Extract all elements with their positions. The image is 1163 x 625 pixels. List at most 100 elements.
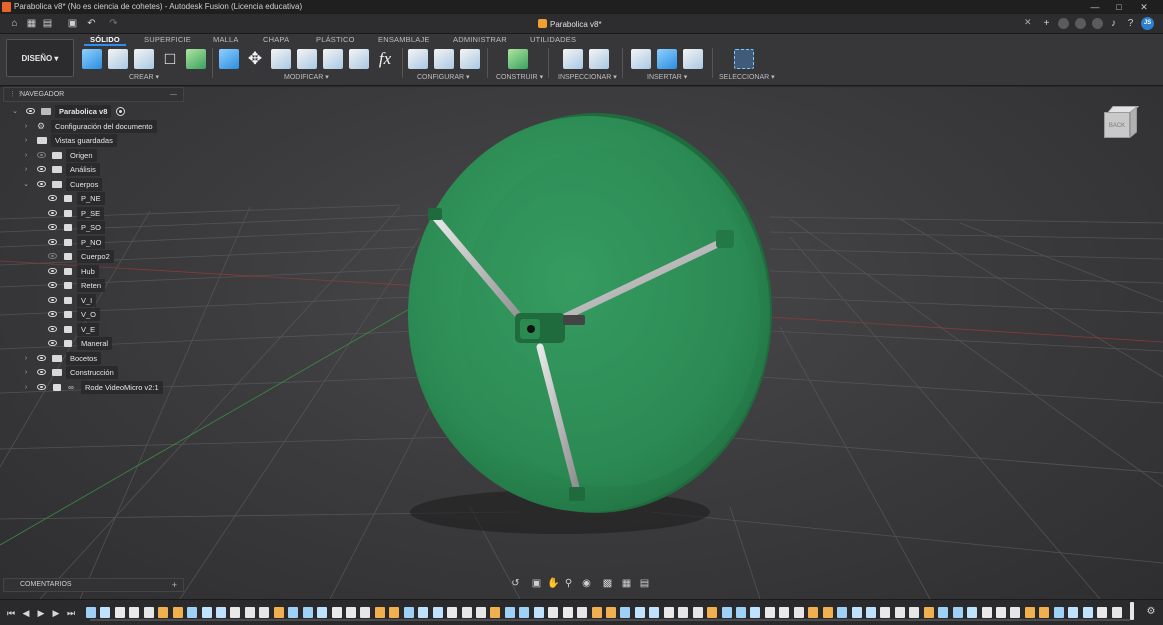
timeline-feature-icon[interactable] [216, 607, 226, 618]
tree-body-item[interactable]: Reten [0, 279, 184, 292]
eye-icon[interactable] [48, 326, 57, 332]
tab-malla[interactable]: MALLA [213, 35, 239, 44]
tab-superficie[interactable]: SUPERFICIE [144, 35, 191, 44]
pan-icon[interactable]: ✋ [547, 578, 559, 589]
group-inspeccionar[interactable]: INSPECCIONAR ▾ [558, 73, 617, 81]
tree-body-item[interactable]: V_E [0, 323, 184, 336]
job-status-icon[interactable] [1075, 18, 1086, 29]
timeline-feature-icon[interactable] [996, 607, 1006, 618]
tab-solido[interactable]: SÓLIDO [90, 35, 120, 44]
select-icon[interactable] [734, 49, 754, 69]
eye-icon[interactable] [48, 239, 57, 245]
user-avatar[interactable]: JS [1141, 17, 1154, 30]
viewcube-face[interactable]: BACK [1104, 112, 1130, 138]
redo-icon[interactable]: ↷ [108, 18, 119, 29]
eye-icon[interactable] [26, 108, 35, 114]
tree-body-item[interactable]: P_NE [0, 192, 184, 205]
timeline-feature-icon[interactable] [707, 607, 718, 618]
timeline-feature-icon[interactable] [187, 607, 198, 618]
timeline-forward-icon[interactable]: ▶ [51, 607, 61, 619]
timeline-feature-icon[interactable] [1097, 607, 1108, 618]
timeline-feature-icon[interactable] [967, 607, 978, 618]
eye-icon[interactable] [37, 384, 46, 390]
timeline-feature-icon[interactable] [86, 607, 96, 618]
move-icon[interactable]: ✥ [245, 49, 265, 69]
new-tab-icon[interactable]: + [1041, 18, 1052, 29]
tree-item-saved-views[interactable]: › Vistas guardadas [0, 134, 184, 147]
viewcube[interactable]: BACK [1102, 106, 1142, 146]
tree-item-linked-component[interactable]: › ∞ Rode VideoMicro v2:1 [0, 381, 184, 394]
timeline-feature-icon[interactable] [736, 607, 746, 618]
chamfer-icon[interactable] [297, 49, 317, 69]
notifications-icon[interactable]: ♪ [1108, 18, 1119, 29]
timeline-feature-icon[interactable] [1024, 607, 1035, 618]
timeline-feature-icon[interactable] [1053, 607, 1064, 618]
zoom-icon[interactable]: ⚲ [563, 578, 574, 589]
timeline-feature-icon[interactable] [418, 607, 429, 618]
chevron-right-icon[interactable]: › [22, 381, 30, 394]
timeline-feature-icon[interactable] [1111, 607, 1122, 618]
timeline-feature-icon[interactable] [504, 607, 515, 618]
tab-administrar[interactable]: ADMINISTRAR [453, 35, 507, 44]
group-construir[interactable]: CONSTRUIR ▾ [496, 73, 543, 81]
timeline-feature-icon[interactable] [649, 607, 660, 618]
chevron-right-icon[interactable]: › [22, 120, 30, 133]
file-menu-icon[interactable]: ▤ [42, 18, 53, 29]
timeline-feature-icon[interactable] [230, 607, 241, 618]
timeline-marker[interactable] [1130, 602, 1134, 620]
chevron-right-icon[interactable]: › [22, 163, 30, 176]
grid-menu-icon[interactable]: ▦ [26, 18, 37, 29]
close-window-button[interactable]: ✕ [1133, 0, 1155, 14]
timeline-feature-icon[interactable] [461, 607, 472, 618]
timeline-feature-icon[interactable] [750, 607, 761, 618]
timeline-feature-icon[interactable] [606, 607, 616, 618]
create-form-icon[interactable] [186, 49, 206, 69]
timeline-feature-icon[interactable] [288, 607, 299, 618]
viewports-icon[interactable]: ▤ [639, 578, 650, 589]
eye-icon[interactable] [37, 355, 46, 361]
activate-radio-icon[interactable] [116, 107, 125, 116]
chevron-down-icon[interactable]: ⌄ [11, 105, 19, 118]
timeline-feature-icon[interactable] [114, 607, 125, 618]
revolve-icon[interactable] [134, 49, 154, 69]
timeline-feature-icon[interactable] [894, 607, 905, 618]
parameters-icon[interactable]: fx [375, 49, 395, 69]
timeline-back-icon[interactable]: ◀ [21, 607, 31, 619]
workspace-selector[interactable]: DISEÑO ▾ [6, 39, 74, 77]
eye-icon[interactable] [37, 181, 46, 187]
maximize-button[interactable]: □ [1108, 0, 1130, 14]
timeline-feature-icon[interactable] [808, 607, 819, 618]
eye-hidden-icon[interactable] [48, 253, 57, 259]
timeline-feature-icon[interactable] [591, 607, 602, 618]
timeline-feature-icon[interactable] [172, 607, 183, 618]
eye-icon[interactable] [48, 224, 57, 230]
eye-icon[interactable] [37, 166, 46, 172]
insert-canvas-icon[interactable] [657, 49, 677, 69]
timeline-play-icon[interactable]: ▶ [36, 607, 46, 619]
press-pull-icon[interactable] [219, 49, 239, 69]
tree-body-item[interactable]: P_NO [0, 236, 184, 249]
eye-icon[interactable] [48, 195, 57, 201]
timeline-feature-icon[interactable] [837, 607, 848, 618]
eye-hidden-icon[interactable] [37, 152, 46, 158]
timeline-feature-icon[interactable] [360, 607, 371, 618]
document-tab[interactable]: Parabolica v8* [538, 17, 602, 32]
timeline-feature-icon[interactable] [1010, 607, 1021, 618]
group-seleccionar[interactable]: SELECCIONAR ▾ [719, 73, 775, 81]
timeline-feature-icon[interactable] [129, 607, 140, 618]
add-comment-icon[interactable]: + [172, 579, 177, 591]
tree-body-item[interactable]: Maneral [0, 337, 184, 350]
close-tab-icon[interactable]: ✕ [1024, 17, 1032, 28]
insert-derive-icon[interactable] [631, 49, 651, 69]
timeline-feature-icon[interactable] [273, 607, 284, 618]
display-settings-icon[interactable]: ▩ [602, 578, 613, 589]
timeline-feature-icon[interactable] [403, 607, 414, 618]
chevron-right-icon[interactable]: › [22, 366, 30, 379]
timeline-feature-icon[interactable] [851, 607, 862, 618]
look-at-icon[interactable]: ▣ [531, 578, 542, 589]
timeline-feature-icon[interactable] [981, 607, 992, 618]
timeline-feature-icon[interactable] [721, 607, 732, 618]
configure-rows-icon[interactable] [434, 49, 454, 69]
tree-body-item[interactable]: V_I [0, 294, 184, 307]
extensions-icon[interactable] [1058, 18, 1069, 29]
